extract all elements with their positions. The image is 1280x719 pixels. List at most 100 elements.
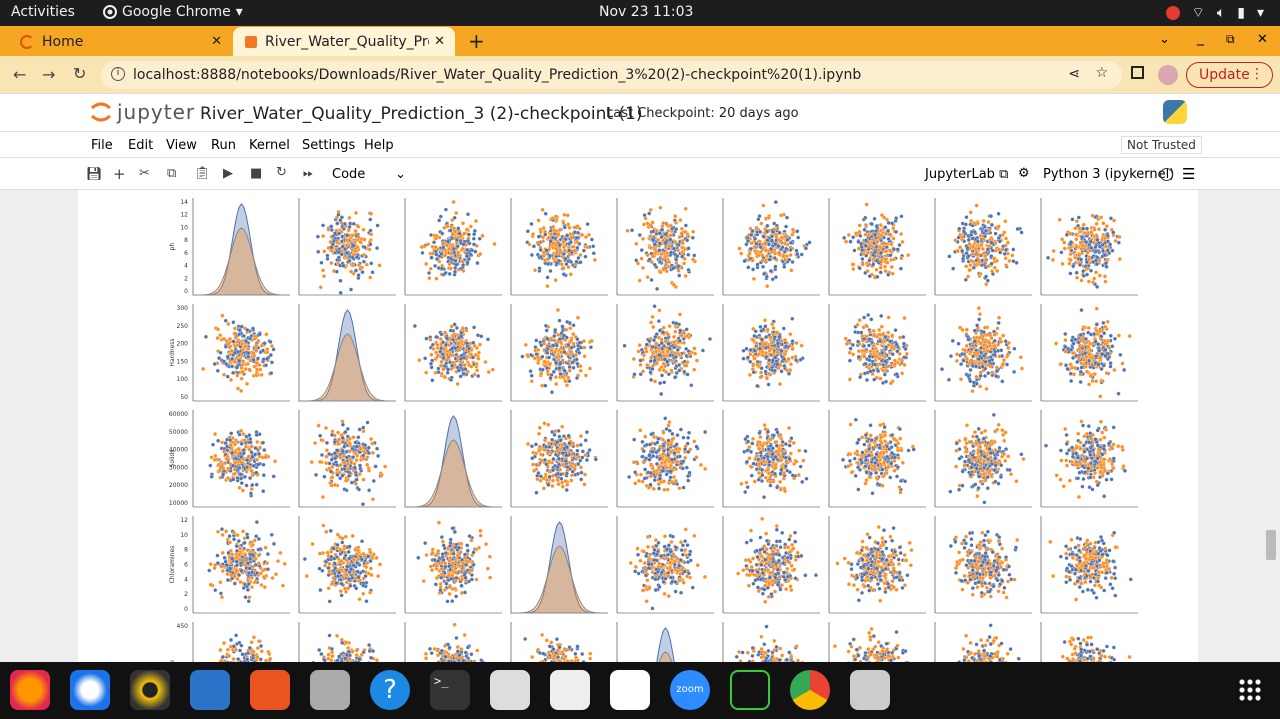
scatter-point	[429, 352, 434, 357]
system-tray[interactable]: ⌔ 🔈︎ ▮ ▾	[1165, 4, 1264, 22]
address-bar[interactable]: i localhost:8888/notebooks/Downloads/Riv…	[101, 61, 1122, 89]
scatter-point	[587, 448, 592, 453]
cut-icon[interactable]: ✂	[139, 166, 150, 181]
close-icon[interactable]: ✕	[211, 34, 222, 49]
scatter-point	[366, 445, 371, 450]
reload-icon[interactable]: ↻	[73, 64, 86, 83]
share-icon[interactable]: ⋖	[1068, 66, 1080, 82]
scatter-point	[549, 336, 554, 341]
stop-icon[interactable]: ■	[250, 166, 262, 181]
scatter-point	[360, 502, 366, 507]
scatter-point	[638, 358, 643, 363]
scatter-point	[368, 242, 373, 247]
menu-kernel[interactable]: Kernel	[249, 138, 290, 153]
scatter-point	[983, 339, 988, 345]
scatter-point	[230, 356, 235, 361]
scatter-point	[1058, 362, 1063, 367]
jupyterlab-link[interactable]: JupyterLab ⧉	[925, 167, 1008, 182]
scatter-point	[562, 368, 567, 373]
forward-icon[interactable]: →	[42, 65, 55, 84]
scatter-point	[1063, 344, 1068, 349]
scatter-point	[987, 358, 992, 364]
scatter-point	[691, 257, 696, 262]
scatter-point	[1079, 257, 1084, 262]
scatter-point	[447, 271, 452, 276]
scatter-point	[666, 372, 671, 377]
scatter-point	[578, 260, 583, 265]
app-menu[interactable]: Google Chrome ▾	[103, 4, 243, 20]
update-button[interactable]: Update ⋮	[1186, 62, 1273, 88]
add-cell-icon[interactable]: +	[113, 165, 126, 183]
save-icon[interactable]: 💾︎	[86, 167, 103, 182]
scatter-point	[571, 244, 576, 249]
menu-icon[interactable]: ☰	[1182, 165, 1195, 183]
scatter-point	[966, 337, 971, 342]
tab-search-icon[interactable]: ⌄	[1159, 32, 1170, 47]
menu-help[interactable]: Help	[364, 138, 394, 153]
scatter-point	[578, 442, 583, 447]
scatter-point	[989, 261, 994, 266]
cell-type-select[interactable]: Code ⌄	[332, 167, 406, 182]
scatter-point	[562, 333, 567, 338]
scatter-point	[862, 371, 867, 376]
paste-icon[interactable]: 📋︎	[194, 166, 211, 181]
scatter-point	[765, 284, 770, 289]
restart-icon[interactable]: ↻	[276, 165, 287, 180]
debugger-icon[interactable]: ⚙	[1018, 166, 1030, 181]
minimize-icon[interactable]: _	[1197, 30, 1204, 46]
scatter-point	[783, 344, 789, 349]
scatter-point	[1067, 261, 1072, 266]
scatter-point	[232, 359, 238, 364]
scatter-point	[563, 237, 568, 242]
sidepanel-icon[interactable]	[1131, 66, 1144, 79]
trust-badge[interactable]: Not Trusted	[1121, 136, 1202, 154]
menu-view[interactable]: View	[166, 138, 197, 153]
scatter-point	[248, 440, 253, 445]
scatter-point	[568, 326, 573, 331]
kernel-status[interactable]: Python 3 (ipykernel)	[1043, 167, 1174, 182]
close-window-icon[interactable]: ✕	[1257, 32, 1268, 47]
scatter-point	[237, 432, 242, 437]
scatter-point	[254, 457, 260, 462]
copy-icon[interactable]: ⧉	[167, 166, 176, 181]
menu-run[interactable]: Run	[211, 138, 236, 153]
scatter-point	[455, 382, 460, 387]
notebook-title[interactable]: River_Water_Quality_Prediction_3 (2)-che…	[200, 104, 643, 124]
scatter-point	[353, 472, 359, 477]
scatter-point	[536, 234, 541, 239]
restore-icon[interactable]: ⧉	[1226, 32, 1235, 47]
scatter-point	[1079, 365, 1084, 370]
menu-file[interactable]: File	[91, 138, 113, 153]
back-icon[interactable]: ←	[13, 65, 26, 84]
tab-home[interactable]: Home ✕	[0, 27, 232, 56]
bookmark-star-icon[interactable]: ☆	[1095, 65, 1108, 81]
scatter-point	[370, 441, 375, 446]
scatter-point	[569, 478, 574, 483]
scatter-point	[651, 325, 656, 330]
avatar[interactable]	[1158, 65, 1178, 85]
scatter-point	[784, 246, 789, 251]
scatter-point	[534, 490, 539, 495]
activities-button[interactable]: Activities	[11, 4, 75, 20]
clock[interactable]: Nov 23 11:03	[599, 4, 693, 20]
menu-settings[interactable]: Settings	[302, 138, 355, 153]
pairplot-cell	[1040, 198, 1138, 296]
scatter-point	[369, 261, 374, 266]
fast-forward-icon[interactable]: ⏩︎	[303, 166, 313, 181]
scatter-point	[884, 379, 889, 384]
new-tab-button[interactable]: +	[468, 29, 485, 53]
jupyter-logo[interactable]: jupyter	[89, 99, 195, 125]
scatter-point	[1102, 274, 1107, 279]
scatter-point	[882, 354, 888, 359]
menu-edit[interactable]: Edit	[128, 138, 153, 153]
run-icon[interactable]: ▶	[223, 166, 233, 181]
scatter-point	[848, 346, 853, 351]
scatter-point	[203, 334, 208, 339]
scatter-point	[897, 243, 902, 248]
scatter-point	[471, 340, 476, 345]
close-icon[interactable]: ✕	[434, 34, 445, 49]
scatter-point	[461, 355, 466, 360]
scatter-point	[554, 360, 559, 365]
scatter-point	[210, 442, 216, 447]
tab-notebook[interactable]: River_Water_Quality_Prec ✕	[233, 27, 455, 56]
